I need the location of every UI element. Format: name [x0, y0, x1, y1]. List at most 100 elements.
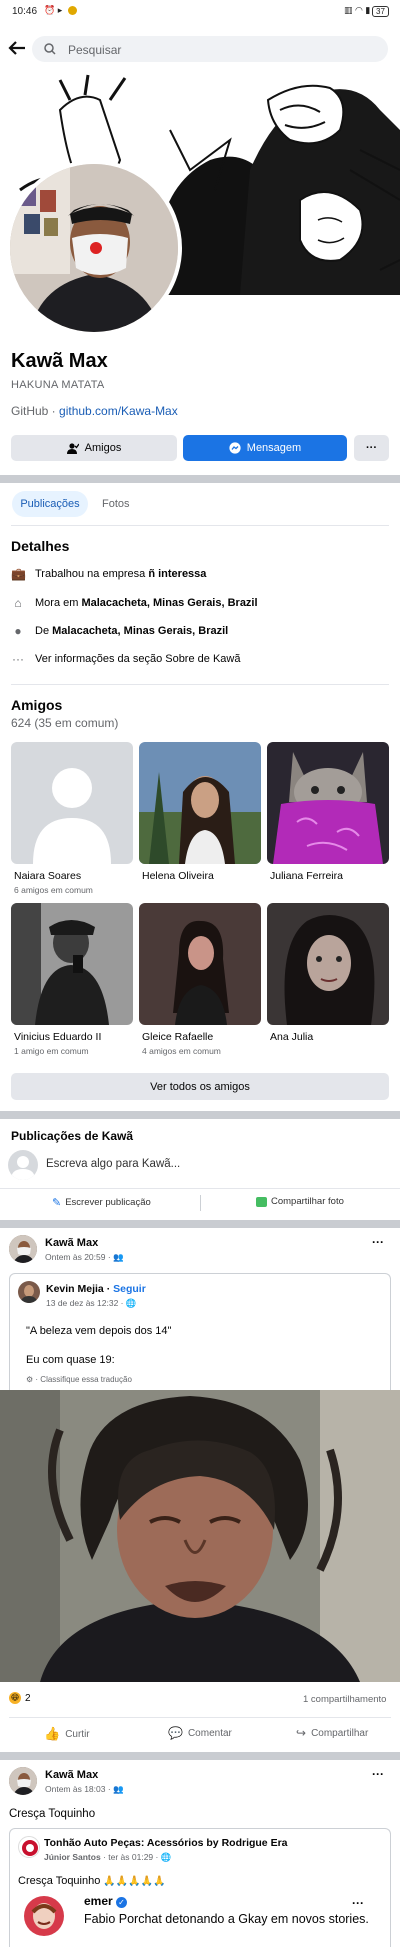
home-icon: ⌂: [14, 596, 22, 610]
author-avatar[interactable]: [9, 1767, 37, 1795]
settings-icon: ⚙: [26, 1375, 34, 1384]
lives-prefix: Mora em: [35, 597, 82, 609]
story-menu-icon[interactable]: ···: [352, 1896, 364, 1910]
friend-card[interactable]: Helena Oliveira: [139, 742, 261, 885]
section-separator: [0, 1752, 400, 1760]
edit-icon: ✎: [52, 1197, 62, 1209]
shared-author[interactable]: Júnior Santos: [44, 1852, 101, 1862]
search-placeholder: Pesquisar: [68, 43, 122, 57]
friend-name: Gleice Rafaelle: [142, 1031, 214, 1043]
shared-page-name[interactable]: Tonhão Auto Peças: Acessórios by Rodrigu…: [44, 1837, 288, 1849]
friends-button-label: Amigos: [84, 442, 122, 454]
shared-emojis: 🙏🙏🙏🙏🙏: [103, 1876, 166, 1887]
shares-count[interactable]: 1 compartilhamento: [303, 1694, 386, 1705]
friend-photo: [267, 742, 389, 864]
friend-card[interactable]: Gleice Rafaelle 4 amigos em comum: [139, 903, 261, 1056]
post-header: Kawã Max Ontem às 18:03 · 👥: [9, 1767, 124, 1795]
write-post-label: Escrever publicação: [65, 1197, 151, 1208]
github-link[interactable]: github.com/Kawa-Max: [59, 404, 178, 418]
from-prefix: De: [35, 625, 53, 637]
top-bar: Pesquisar: [0, 24, 400, 70]
composer-avatar: [8, 1150, 38, 1180]
post-menu-icon[interactable]: ···: [372, 1767, 384, 1781]
detail-from: ● De Malacacheta, Minas Gerais, Brazil: [11, 624, 228, 638]
see-all-friends-button[interactable]: Ver todos os amigos: [11, 1073, 389, 1100]
friend-photo: [11, 903, 133, 1025]
section-separator: [0, 1220, 400, 1228]
status-bar: 10:46 ⏰ ▸ ▥ ◠ ▮ 37: [0, 0, 400, 24]
friend-name: Juliana Ferreira: [270, 870, 343, 882]
from-location: Malacacheta, Minas Gerais, Brazil: [52, 625, 229, 637]
profile-avatar[interactable]: [6, 160, 182, 336]
notification-icon: [68, 6, 77, 15]
about-text: Ver informações da seção Sobre de Kawã: [35, 653, 241, 665]
tab-posts[interactable]: Publicações: [12, 491, 88, 517]
friend-photo-placeholder: [11, 742, 133, 864]
share-button[interactable]: ↪ Compartilhar: [296, 1726, 368, 1740]
profile-link: GitHub · github.com/Kawa-Max: [11, 404, 178, 418]
location-pin-icon: ●: [14, 624, 22, 638]
post-author[interactable]: Kawã Max: [45, 1769, 124, 1781]
divider: [11, 525, 389, 526]
battery-icon: 37: [372, 6, 389, 17]
friends-button[interactable]: Amigos: [11, 435, 177, 461]
friends-title: Amigos: [11, 697, 63, 713]
post-text: Cresça Toquinho: [9, 1808, 96, 1820]
shared-post[interactable]: Tonhão Auto Peças: Acessórios by Rodrigu…: [9, 1828, 391, 1947]
profile-name: Kawã Max: [11, 350, 108, 372]
section-separator: [0, 1111, 400, 1119]
friend-card[interactable]: Vinicius Eduardo II 1 amigo em comum: [11, 903, 133, 1056]
follow-link[interactable]: Seguir: [113, 1283, 146, 1295]
briefcase-icon: 💼: [11, 567, 26, 581]
friend-name: Naiara Soares: [14, 870, 82, 882]
about-link[interactable]: ··· Ver informações da seção Sobre de Ka…: [11, 652, 240, 666]
comment-button[interactable]: 💬 Comentar: [168, 1726, 232, 1740]
tab-photos[interactable]: Fotos: [102, 491, 130, 517]
write-post-button[interactable]: ✎ Escrever publicação: [52, 1196, 151, 1209]
friend-card[interactable]: Naiara Soares 6 amigos em comum: [11, 742, 133, 895]
like-button[interactable]: 👍 Curtir: [44, 1726, 90, 1742]
friend-photo: [139, 742, 261, 864]
link-prefix: GitHub ·: [11, 404, 60, 418]
post-image[interactable]: [0, 1390, 400, 1682]
share-photo-button[interactable]: Compartilhar foto: [256, 1196, 344, 1207]
friend-mutual: 4 amigos em comum: [142, 1046, 221, 1056]
author-avatar[interactable]: [9, 1235, 37, 1263]
composer-input[interactable]: Escreva algo para Kawã...: [46, 1158, 180, 1170]
story-avatar: [24, 1896, 64, 1936]
back-arrow-icon[interactable]: [8, 40, 26, 56]
detail-lives: ⌂ Mora em Malacacheta, Minas Gerais, Bra…: [11, 596, 258, 610]
post-author[interactable]: Kawã Max: [45, 1237, 124, 1249]
friends-audience-icon: 👥: [113, 1784, 124, 1794]
friend-card[interactable]: Ana Julia: [267, 903, 389, 1046]
share-photo-label: Compartilhar foto: [271, 1196, 344, 1207]
shared-time: 13 de dez às 12:32 ·: [46, 1298, 124, 1308]
divider: [11, 684, 389, 685]
message-button[interactable]: Mensagem: [183, 435, 347, 461]
post-menu-icon[interactable]: ···: [372, 1235, 384, 1249]
shared-author[interactable]: Kevin Mejia: [46, 1283, 104, 1295]
more-options-button[interactable]: ···: [354, 435, 389, 461]
shared-author-avatar: [18, 1281, 40, 1303]
search-input[interactable]: Pesquisar: [32, 36, 388, 62]
work-prefix: Trabalhou na empresa: [35, 568, 149, 580]
shared-post[interactable]: Kevin Mejia · Seguir 13 de dez às 12:32 …: [9, 1273, 391, 1391]
search-icon: [44, 43, 56, 55]
friends-audience-icon: 👥: [113, 1252, 124, 1262]
translate-rating: · Classifique essa tradução: [35, 1375, 132, 1384]
like-icon: 👍: [44, 1726, 61, 1741]
lives-location: Malacacheta, Minas Gerais, Brazil: [81, 597, 258, 609]
friend-name: Vinicius Eduardo II: [14, 1031, 102, 1043]
story-author[interactable]: emer: [84, 1894, 113, 1908]
reactions-summary[interactable]: 😆 2: [9, 1692, 31, 1704]
like-label: Curtir: [65, 1728, 90, 1740]
embedded-story[interactable]: emer ✓ ··· Fabio Porchat detonando a Gka…: [10, 1892, 390, 1947]
message-button-label: Mensagem: [246, 442, 302, 454]
friends-count: 624 (35 em comum): [11, 716, 119, 730]
shared-text-2: Eu com quase 19:: [26, 1354, 115, 1366]
globe-icon: 🌐: [160, 1852, 172, 1862]
divider: [0, 1188, 400, 1189]
photo-icon: [256, 1196, 267, 1207]
profile-bio: HAKUNA MATATA: [11, 379, 105, 391]
friend-card[interactable]: Juliana Ferreira: [267, 742, 389, 885]
